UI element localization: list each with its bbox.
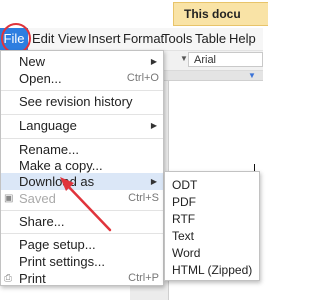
printer-icon: ⎙ xyxy=(4,273,12,284)
menu-format[interactable]: Format xyxy=(123,28,164,50)
menu-separator xyxy=(1,210,163,211)
menu-item-download-as[interactable]: Download as ▶ xyxy=(1,173,163,190)
menu-item-share[interactable]: Share... xyxy=(1,213,163,230)
menu-item-label: New xyxy=(19,54,46,69)
menu-item-label: Print settings... xyxy=(19,254,105,269)
menu-separator xyxy=(1,138,163,139)
menu-table[interactable]: Table xyxy=(195,28,226,50)
menu-edit[interactable]: Edit xyxy=(32,28,54,50)
download-rtf[interactable]: RTF xyxy=(172,210,195,228)
menu-item-open[interactable]: Open... Ctrl+O xyxy=(1,70,163,87)
menu-item-label: Share... xyxy=(19,214,65,229)
menu-view[interactable]: View xyxy=(58,28,86,50)
save-icon: ▣ xyxy=(4,193,14,204)
menu-item-language[interactable]: Language ▶ xyxy=(1,117,163,134)
download-pdf[interactable]: PDF xyxy=(172,193,196,211)
download-word[interactable]: Word xyxy=(172,244,200,262)
chevron-down-icon[interactable]: ▼ xyxy=(180,54,188,63)
menu-item-print-settings[interactable]: Print settings... xyxy=(1,253,163,270)
menu-item-label: Download as xyxy=(19,174,95,189)
shortcut-label: Ctrl+O xyxy=(126,72,159,84)
shortcut-label: Ctrl+S xyxy=(128,192,159,204)
menu-item-label: Page setup... xyxy=(19,237,96,252)
menu-item-new[interactable]: New ▶ xyxy=(1,53,163,70)
menu-separator xyxy=(1,114,163,115)
download-html-zipped[interactable]: HTML (Zipped) xyxy=(172,261,252,279)
menu-item-make-copy[interactable]: Make a copy... xyxy=(1,157,163,174)
document-notice: This docu xyxy=(173,2,268,26)
menu-help[interactable]: Help xyxy=(229,28,256,50)
download-text[interactable]: Text xyxy=(172,227,194,245)
menu-separator xyxy=(1,90,163,91)
font-select[interactable]: Arial xyxy=(188,52,263,67)
font-select-value: Arial xyxy=(194,54,217,66)
menu-tools[interactable]: Tools xyxy=(162,28,192,50)
menu-item-label: Rename... xyxy=(19,142,79,157)
menu-item-label: See revision history xyxy=(19,94,133,109)
submenu-arrow-icon: ▶ xyxy=(150,121,157,130)
menu-item-page-setup[interactable]: Page setup... xyxy=(1,236,163,253)
menu-insert[interactable]: Insert xyxy=(88,28,121,50)
menu-item-label: Open... xyxy=(19,71,62,86)
download-odt[interactable]: ODT xyxy=(172,176,197,194)
menu-bar: File Edit View Insert Format Tools Table… xyxy=(0,28,263,51)
indent-marker-icon[interactable]: ▼ xyxy=(248,71,256,80)
file-menu: New ▶ Open... Ctrl+O See revision histor… xyxy=(0,50,164,286)
download-as-submenu: ODT PDF RTF Text Word HTML (Zipped) xyxy=(164,171,260,281)
menu-item-print[interactable]: ⎙ Print Ctrl+P xyxy=(1,270,163,287)
menu-item-label: Make a copy... xyxy=(19,158,103,173)
menu-item-label: Print xyxy=(19,271,46,286)
menu-item-saved: ▣ Saved Ctrl+S xyxy=(1,190,163,207)
menu-separator xyxy=(1,233,163,234)
menu-item-rename[interactable]: Rename... xyxy=(1,141,163,158)
submenu-arrow-icon: ▶ xyxy=(150,177,157,186)
menu-item-label: Saved xyxy=(19,191,56,206)
menu-item-revision-history[interactable]: See revision history xyxy=(1,93,163,110)
shortcut-label: Ctrl+P xyxy=(128,272,159,284)
submenu-arrow-icon: ▶ xyxy=(150,57,157,66)
menu-item-label: Language xyxy=(19,118,77,133)
